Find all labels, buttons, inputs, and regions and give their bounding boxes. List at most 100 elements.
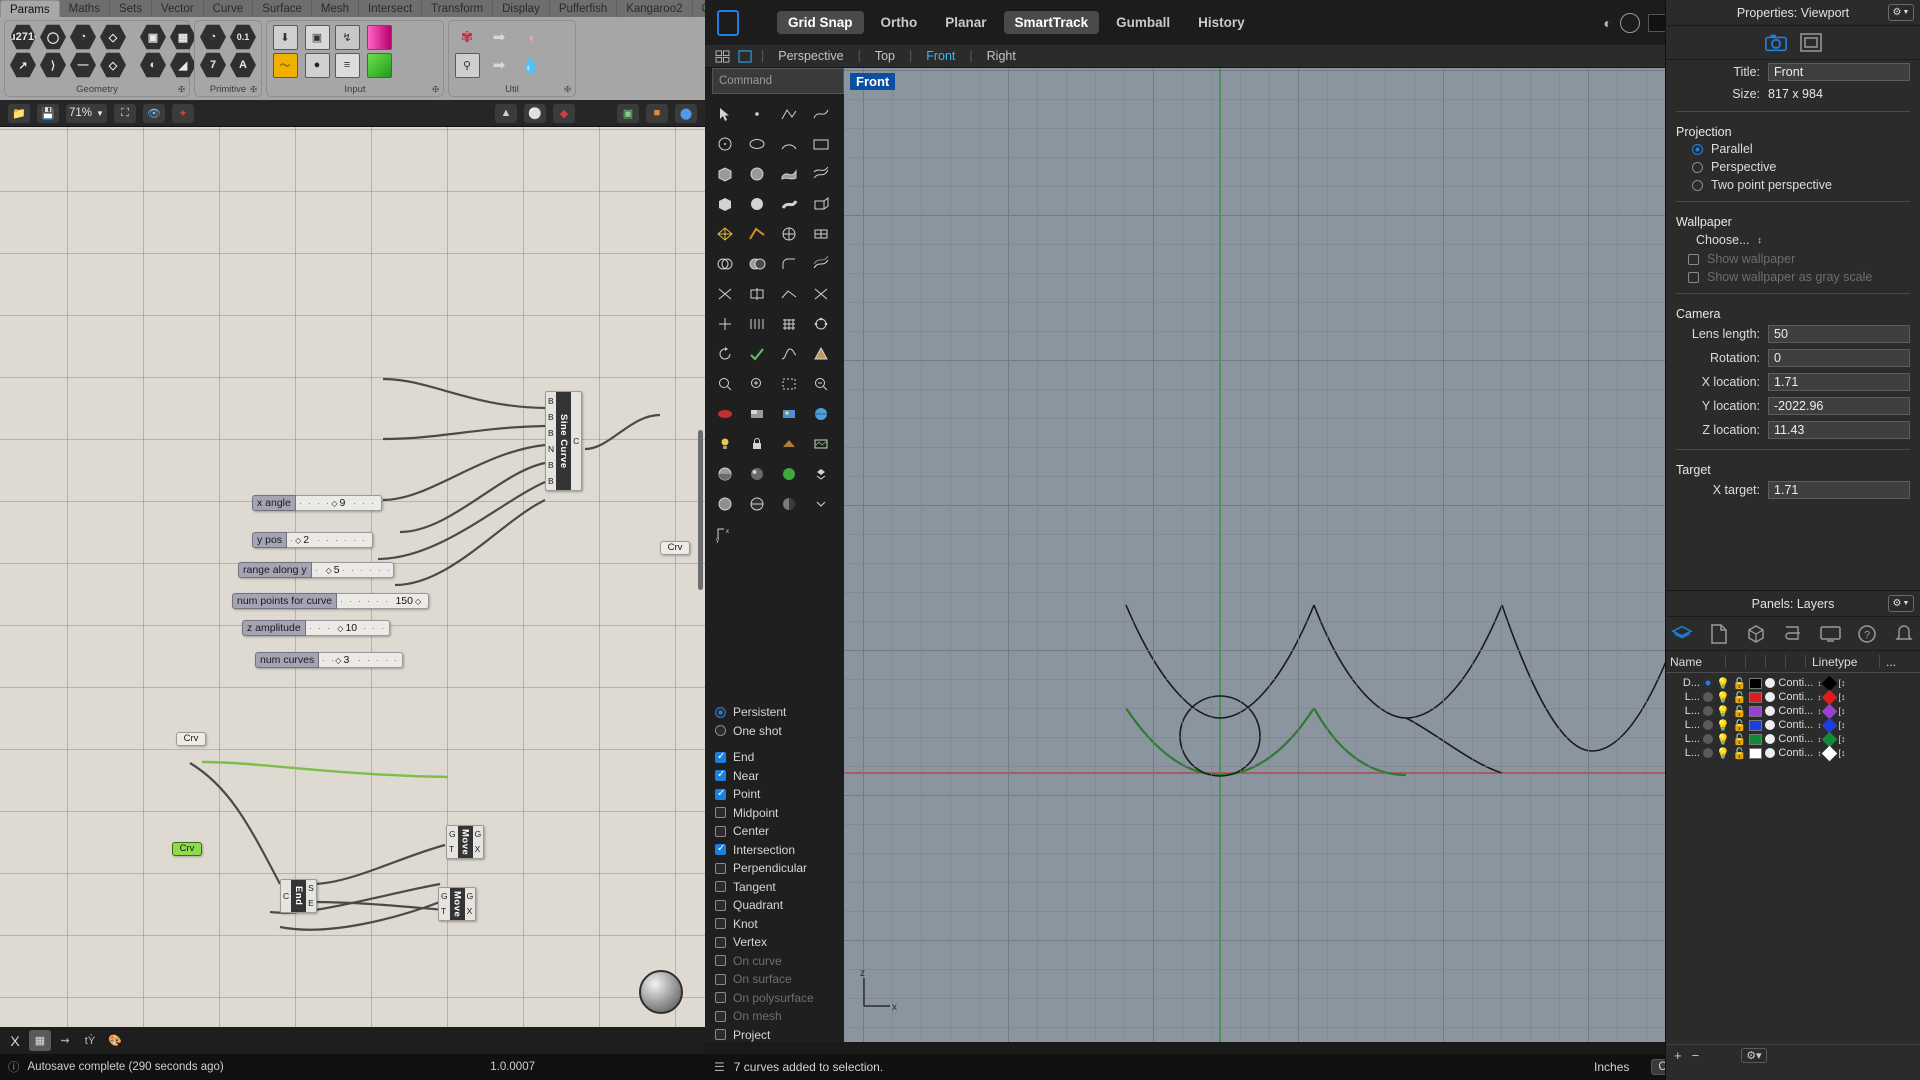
layers-icon[interactable] (1671, 624, 1693, 644)
osnap-midpoint[interactable]: Midpoint (715, 804, 831, 823)
param-crv-output[interactable]: Crv (660, 539, 690, 555)
tool-box-icon[interactable] (710, 160, 740, 188)
radio-perspective[interactable] (1692, 162, 1703, 173)
tool-sphere-rendered-icon[interactable] (774, 460, 804, 488)
gh-tab-kangaroo2[interactable]: Kangaroo2 (617, 0, 692, 17)
tool-offset-icon[interactable] (806, 250, 836, 278)
port-in-1[interactable]: T (441, 906, 448, 917)
port-in-0[interactable]: C (283, 891, 289, 902)
wallpaper-choose-row[interactable]: Choose... ↕ (1666, 230, 1920, 250)
layer-print-dot[interactable] (1765, 692, 1775, 702)
gh-comp-box-icon[interactable]: ▣ (138, 23, 168, 51)
port-in-0[interactable]: B (548, 396, 554, 407)
projection-two-point-row[interactable]: Two point perspective (1666, 176, 1920, 194)
ribbon-expand-primitive-icon[interactable]: ✠ (250, 85, 257, 94)
osnap-mode-persistent[interactable]: Persistent (715, 703, 831, 722)
tool-rotate-icon[interactable] (710, 340, 740, 368)
tool-render-preview-icon[interactable] (806, 430, 836, 458)
tool-mesh-sphere-icon[interactable] (774, 220, 804, 248)
gh-widget-ty-icon[interactable]: tỲ (79, 1030, 101, 1051)
layer-print-color[interactable] (1822, 731, 1838, 747)
layer-lock-icon[interactable] (1620, 13, 1640, 33)
gh-input-graphmapper-icon[interactable]: 〜 (270, 51, 300, 79)
port-in-5[interactable]: B (548, 476, 554, 487)
gh-comp-integer-icon[interactable]: 7 (198, 51, 228, 79)
osnap-on-curve[interactable]: On curve (715, 952, 831, 971)
tool-point-icon[interactable] (742, 100, 772, 128)
gh-util-relay2-icon[interactable]: ➡ (484, 51, 514, 79)
component-inputs[interactable]: G T (447, 826, 458, 858)
component-move-lower[interactable]: G T Move G X (438, 887, 476, 921)
checkbox-end[interactable] (715, 752, 726, 763)
gh-input-valuelist-icon[interactable]: ↯ (332, 23, 362, 51)
layer-linetype[interactable]: Conti... (1778, 747, 1814, 759)
gh-preview-shaded-icon[interactable]: ▲ (495, 104, 517, 123)
layer-linetype[interactable]: Conti... (1778, 733, 1814, 745)
tool-wireframe-view-icon[interactable] (742, 490, 772, 518)
layer-print-color[interactable] (1822, 745, 1838, 761)
slider-track[interactable]: 10 (306, 620, 390, 636)
gh-tab-sets[interactable]: Sets (110, 0, 152, 17)
slider-track[interactable]: 3 (319, 652, 403, 668)
gh-comp-number-icon[interactable]: 0.1 (228, 23, 258, 51)
projection-parallel-row[interactable]: Parallel (1666, 140, 1920, 158)
gh-widget-wire-icon[interactable]: ⇝ (54, 1030, 76, 1051)
layer-options-button[interactable]: ⚙▾ (1741, 1048, 1766, 1063)
layer-material-icon[interactable]: [↕ (1838, 678, 1845, 688)
layer-material-icon[interactable]: [↕ (1838, 748, 1845, 758)
tool-polyline-icon[interactable] (774, 100, 804, 128)
gh-zoom-control[interactable]: 71% ▼ (66, 104, 107, 123)
tool-mesh-from-nurbs-icon[interactable] (710, 220, 740, 248)
column-linetype[interactable]: Linetype (1806, 655, 1858, 669)
tool-cone-icon[interactable] (806, 340, 836, 368)
layer-print-color[interactable] (1822, 689, 1838, 705)
tool-polar-array-icon[interactable] (806, 310, 836, 338)
gh-tab-display[interactable]: Display (493, 0, 550, 17)
toggle-history[interactable]: History (1187, 11, 1256, 34)
ribbon-expand-geometry-icon[interactable]: ✠ (178, 85, 185, 94)
gh-bake-icon[interactable]: ✦ (172, 104, 194, 123)
layer-visibility-icon[interactable]: 💡 (1716, 719, 1730, 732)
radio-two-point-perspective[interactable] (1692, 180, 1703, 191)
toggle-planar[interactable]: Planar (934, 11, 997, 34)
gh-comp-plane-icon[interactable]: ◇ (98, 51, 128, 79)
tool-extrude-icon[interactable] (806, 190, 836, 218)
layer-visibility-icon[interactable]: 💡 (1716, 747, 1730, 760)
tool-texture-icon[interactable] (774, 400, 804, 428)
slider-z-amplitude[interactable]: z amplitude 10 (242, 620, 390, 636)
tool-grid-icon[interactable] (774, 310, 804, 338)
gh-preview-off-icon[interactable]: ⚪ (524, 104, 546, 123)
column-name[interactable]: Name (1670, 655, 1706, 669)
radio-persistent[interactable] (715, 707, 726, 718)
gh-comp-arc-icon[interactable]: ⟩ (38, 51, 68, 79)
gh-preview-icon[interactable]: 👁 (143, 104, 165, 123)
tool-shaded-view-icon[interactable] (710, 490, 740, 518)
layer-visibility-icon[interactable]: ◐ (1604, 15, 1612, 31)
tool-arc-icon[interactable] (774, 130, 804, 158)
port-in-2[interactable]: B (548, 428, 554, 439)
tool-render-icon[interactable] (710, 400, 740, 428)
gh-tab-params[interactable]: Params (0, 0, 60, 17)
grasshopper-canvas[interactable]: x angle 9 y pos 2 ra (0, 127, 705, 1027)
checkbox-quadrant[interactable] (715, 900, 726, 911)
toggle-grid-snap[interactable]: Grid Snap (777, 11, 864, 34)
gh-comp-circle-icon[interactable]: ◯ (38, 23, 68, 51)
layer-current-toggle[interactable] (1703, 748, 1713, 758)
osnap-knot[interactable]: Knot (715, 915, 831, 934)
viewport-properties-icon[interactable] (1800, 33, 1822, 53)
layer-color-swatch[interactable] (1749, 706, 1762, 717)
tool-mesh-plane-icon[interactable] (742, 220, 772, 248)
tool-more-display-icon[interactable] (806, 490, 836, 518)
osnap-end[interactable]: End (715, 748, 831, 767)
display-icon[interactable] (1819, 624, 1841, 644)
tool-fillet-icon[interactable] (774, 250, 804, 278)
layer-print-dot[interactable] (1765, 678, 1775, 688)
port-in-1[interactable]: T (449, 844, 456, 855)
gh-tab-intersect[interactable]: Intersect (359, 0, 422, 17)
checkbox-midpoint[interactable] (715, 807, 726, 818)
checkbox-on-mesh[interactable] (715, 1011, 726, 1022)
column-more[interactable]: ... (1880, 655, 1896, 669)
viewport-tab-top[interactable]: Top (861, 49, 909, 63)
checkbox-knot[interactable] (715, 918, 726, 929)
gh-comp-geometry-icon[interactable]: \u2716 (8, 23, 38, 51)
